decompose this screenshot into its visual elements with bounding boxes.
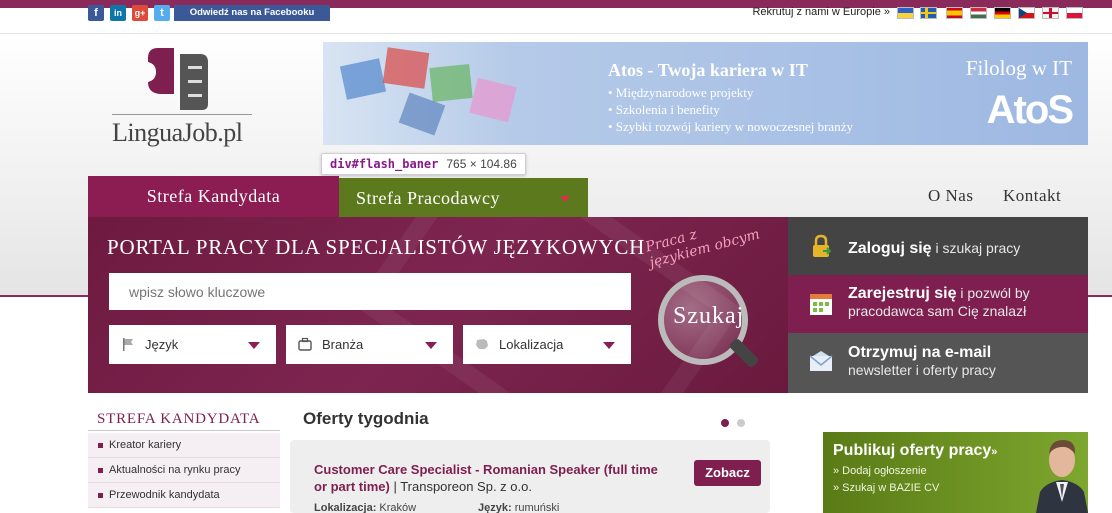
login-desc: i szukaj pracy	[931, 240, 1021, 256]
offer-language: Język: rumuński	[478, 502, 559, 513]
logo-divider	[112, 114, 252, 115]
register-panel[interactable]: Zarejestruj się i pozwól by pracodawca s…	[788, 275, 1088, 333]
devtools-tooltip: div#flash_baner 765 × 104.86	[321, 153, 526, 175]
tooltip-dimensions: 765 × 104.86	[446, 157, 517, 171]
flash-banner[interactable]: Atos - Twoja kariera w IT • Międzynarodo…	[323, 42, 1088, 145]
language-value: rumuński	[511, 502, 560, 513]
carousel-dot-active[interactable]	[721, 419, 729, 427]
hero-title: PORTAL PRACY DLA SPECJALISTÓW JĘZYKOWYCH	[107, 235, 646, 259]
hero-slogan: Praca z językiem obcym	[644, 217, 762, 271]
offer-company: | Transporeon Sp. z o.o.	[389, 479, 532, 494]
industry-dropdown[interactable]: Branża	[286, 325, 453, 364]
flag-icon	[123, 338, 133, 351]
banner-bullet: • Szkolenia i benefity	[608, 102, 720, 117]
industry-dropdown-label: Branża	[322, 337, 364, 352]
offers-heading: Oferty tygodnia	[303, 409, 429, 428]
chevron-down-icon	[603, 342, 615, 349]
banner-bullets: • Międzynarodowe projekty • Szkolenia i …	[608, 84, 853, 135]
google-plus-icon[interactable]: g+	[132, 5, 148, 21]
language-label: Język:	[478, 502, 512, 513]
newsletter-link[interactable]: Otrzymuj na e-mail	[848, 344, 996, 362]
banner-bullet: • Międzynarodowe projekty	[608, 85, 754, 100]
linkedin-icon[interactable]: in	[110, 5, 126, 21]
tab-candidate-zone[interactable]: Strefa Kandydata	[88, 176, 339, 217]
calendar-icon	[810, 294, 832, 315]
newsletter-desc: newsletter i oferty pracy	[848, 362, 996, 378]
sidebar-item-job-market-news[interactable]: Aktualności na rynku pracy	[88, 458, 280, 483]
offer-title-link[interactable]: Customer Care Specialist - Romanian Spea…	[314, 461, 674, 495]
flag-ukraine-icon[interactable]	[897, 7, 914, 19]
newsletter-panel[interactable]: Otrzymuj na e-mail newsletter i oferty p…	[788, 333, 1088, 393]
businessman-image	[1036, 440, 1088, 513]
lock-icon	[813, 234, 832, 257]
location-value: Kraków	[376, 502, 417, 513]
register-desc-2: pracodawca sam Cię znalazł	[848, 303, 1027, 319]
flag-spain-icon[interactable]	[946, 7, 963, 19]
publish-title-suffix: »	[991, 446, 998, 458]
facebook-visit-button[interactable]: Odwiedź nas na Facebooku	[174, 5, 330, 21]
login-link[interactable]: Zaloguj się	[848, 240, 932, 257]
logo-text[interactable]: LinguaJob.pl	[112, 118, 243, 148]
puzzle-image	[339, 47, 517, 136]
envelope-icon	[809, 351, 833, 371]
register-link[interactable]: Zarejestruj się	[848, 285, 957, 302]
flag-hungary-icon[interactable]	[970, 7, 987, 19]
tab-employer-zone[interactable]: Strefa Pracodawcy	[339, 178, 588, 217]
flag-czech-icon[interactable]	[1018, 7, 1035, 19]
sidebar-item-career-creator[interactable]: Kreator kariery	[88, 433, 280, 458]
hero-search-panel: PORTAL PRACY DLA SPECJALISTÓW JĘZYKOWYCH…	[88, 217, 788, 393]
publish-title: Publikuj oferty pracy»	[833, 442, 997, 460]
atos-logo: AtoS	[986, 88, 1074, 132]
publish-title-text: Publikuj oferty pracy	[833, 442, 992, 459]
offer-location: Lokalizacja: Kraków	[314, 502, 416, 513]
publish-offers-banner[interactable]: Publikuj oferty pracy» » Dodaj ogłoszeni…	[823, 432, 1088, 513]
language-dropdown-label: Język	[145, 337, 179, 352]
login-panel[interactable]: Zaloguj się i szukaj pracy	[788, 217, 1088, 275]
sidebar-item-candidate-guide[interactable]: Przewodnik kandydata	[88, 483, 280, 508]
facebook-icon[interactable]: f	[88, 5, 104, 21]
flag-uk-icon[interactable]	[1042, 7, 1059, 19]
keyword-search-input[interactable]	[109, 273, 631, 310]
location-dropdown-label: Lokalizacja	[499, 337, 564, 352]
flag-poland-icon[interactable]	[1066, 7, 1083, 19]
chevron-down-icon	[560, 196, 570, 202]
location-dropdown[interactable]: Lokalizacja	[463, 325, 631, 364]
view-offer-button[interactable]: Zobacz	[694, 460, 761, 486]
banner-title: Atos - Twoja kariera w IT	[608, 60, 808, 80]
banner-filolog: Filolog w IT	[965, 56, 1072, 80]
chevron-down-icon	[425, 342, 437, 349]
nav-about[interactable]: O Nas	[928, 186, 973, 206]
tooltip-selector: div#flash_baner	[330, 157, 439, 171]
register-desc: i pozwól by	[956, 285, 1030, 301]
briefcase-icon	[298, 337, 312, 351]
flag-germany-icon[interactable]	[994, 7, 1011, 19]
chevron-down-icon	[248, 342, 260, 349]
tab-employer-label: Strefa Pracodawcy	[356, 188, 500, 208]
nav-contact[interactable]: Kontakt	[1003, 186, 1061, 206]
add-ad-link[interactable]: » Dodaj ogłoszenie	[833, 465, 927, 477]
language-dropdown[interactable]: Język	[109, 325, 276, 364]
banner-bullet: • Szybki rozwój kariery w nowoczesnej br…	[608, 119, 853, 134]
logo-mark-icon[interactable]	[144, 44, 212, 112]
recruit-europe-label: Rekrutuj z nami w Europie »	[752, 6, 890, 18]
sidebar-divider	[88, 430, 280, 431]
map-poland-icon	[476, 339, 488, 349]
carousel-dot[interactable]	[737, 419, 745, 427]
twitter-icon[interactable]: t	[154, 5, 170, 21]
location-label: Lokalizacja:	[314, 502, 377, 513]
flag-sweden-icon[interactable]	[920, 7, 937, 19]
search-cv-link[interactable]: » Szukaj w BAZIE CV	[833, 482, 939, 494]
sidebar-title: Strefa kandydata	[97, 411, 261, 427]
search-button[interactable]: Szukaj	[673, 303, 744, 330]
